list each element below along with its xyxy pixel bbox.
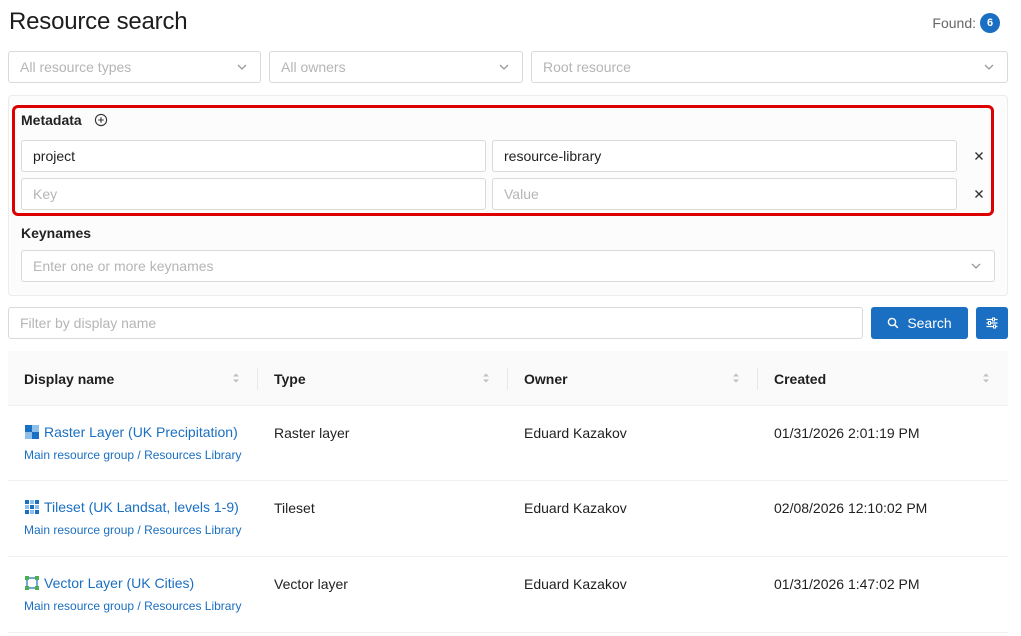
sort-icon[interactable]	[481, 370, 491, 386]
metadata-value-field[interactable]: resource-library	[492, 140, 957, 172]
vector-layer-icon	[25, 576, 39, 590]
breadcrumb-link-library[interactable]: Resources Library	[144, 448, 241, 462]
column-divider	[757, 368, 758, 390]
resource-name-text: Raster Layer (UK Precipitation)	[44, 424, 238, 440]
owners-placeholder: All owners	[281, 59, 346, 75]
cell-type: Raster layer	[274, 425, 350, 441]
sort-icon[interactable]	[231, 370, 241, 386]
resource-name-link[interactable]: Raster Layer (UK Precipitation)	[24, 424, 238, 440]
filter-settings-button[interactable]	[976, 307, 1008, 339]
table-header: Display name Type Owner Created	[8, 351, 1008, 406]
breadcrumb-link-main-group[interactable]: Main resource group	[24, 523, 134, 537]
chevron-down-icon	[237, 64, 247, 70]
breadcrumb-separator: /	[137, 599, 141, 613]
keynames-select[interactable]: Enter one or more keynames	[21, 250, 995, 282]
cell-created: 02/08/2026 12:10:02 PM	[774, 500, 928, 516]
column-header-display-name[interactable]: Display name	[24, 351, 114, 406]
search-button-label: Search	[907, 315, 952, 331]
cell-type: Vector layer	[274, 576, 348, 592]
owners-select[interactable]: All owners	[269, 51, 523, 83]
found-count-badge: 6	[980, 13, 1000, 33]
close-icon[interactable]	[972, 187, 986, 201]
resource-breadcrumb: Main resource group / Resources Library	[24, 523, 241, 537]
resource-name-link[interactable]: Tileset (UK Landsat, levels 1-9)	[24, 499, 239, 515]
breadcrumb-link-main-group[interactable]: Main resource group	[24, 599, 134, 613]
chevron-down-icon	[971, 263, 981, 269]
metadata-key-field[interactable]: project	[21, 140, 486, 172]
resource-name-text: Tileset (UK Landsat, levels 1-9)	[44, 499, 239, 515]
table-row: Vector Layer (UK Cities) Main resource g…	[8, 557, 1008, 633]
column-header-created[interactable]: Created	[774, 351, 826, 406]
chevron-down-icon	[499, 64, 509, 70]
resource-name-text: Vector Layer (UK Cities)	[44, 575, 195, 591]
cell-owner: Eduard Kazakov	[524, 576, 627, 592]
breadcrumb-link-main-group[interactable]: Main resource group	[24, 448, 134, 462]
display-name-filter-input[interactable]: Filter by display name	[8, 307, 863, 339]
root-resource-select[interactable]: Root resource	[531, 51, 1008, 83]
keynames-placeholder: Enter one or more keynames	[33, 258, 214, 274]
metadata-value-input[interactable]: Value	[492, 178, 957, 210]
resource-name-link[interactable]: Vector Layer (UK Cities)	[24, 575, 194, 591]
column-header-type[interactable]: Type	[274, 351, 306, 406]
cell-owner: Eduard Kazakov	[524, 500, 627, 516]
column-divider	[507, 368, 508, 390]
cell-created: 01/31/2026 1:47:02 PM	[774, 576, 920, 592]
metadata-label: Metadata	[21, 112, 82, 128]
breadcrumb-separator: /	[137, 523, 141, 537]
chevron-down-icon	[984, 64, 994, 70]
resource-types-select[interactable]: All resource types	[8, 51, 261, 83]
resource-breadcrumb: Main resource group / Resources Library	[24, 599, 241, 613]
metadata-key-input[interactable]: Key	[21, 178, 486, 210]
column-header-owner[interactable]: Owner	[524, 351, 568, 406]
breadcrumb-link-library[interactable]: Resources Library	[144, 523, 241, 537]
search-button[interactable]: Search	[871, 307, 968, 339]
cell-owner: Eduard Kazakov	[524, 425, 627, 441]
table-row: Tileset (UK Landsat, levels 1-9) Main re…	[8, 481, 1008, 557]
sliders-icon	[986, 317, 998, 329]
close-icon[interactable]	[972, 149, 986, 163]
cell-created: 01/31/2026 2:01:19 PM	[774, 425, 920, 441]
table-row: Raster Layer (UK Precipitation) Main res…	[8, 406, 1008, 481]
column-divider	[257, 368, 258, 390]
page-title: Resource search	[9, 8, 188, 35]
found-counter: Found: 6	[932, 13, 1000, 33]
sort-icon[interactable]	[981, 370, 991, 386]
breadcrumb-link-library[interactable]: Resources Library	[144, 599, 241, 613]
tileset-icon	[25, 500, 39, 514]
search-icon	[888, 317, 899, 329]
sort-icon[interactable]	[731, 370, 741, 386]
breadcrumb-separator: /	[137, 448, 141, 462]
raster-layer-icon	[25, 425, 39, 439]
resource-breadcrumb: Main resource group / Resources Library	[24, 448, 241, 462]
cell-type: Tileset	[274, 500, 315, 516]
resource-types-placeholder: All resource types	[20, 59, 132, 75]
add-circle-icon[interactable]	[94, 113, 108, 127]
root-resource-placeholder: Root resource	[543, 59, 631, 75]
found-label: Found:	[932, 15, 976, 31]
keynames-label: Keynames	[21, 225, 92, 241]
